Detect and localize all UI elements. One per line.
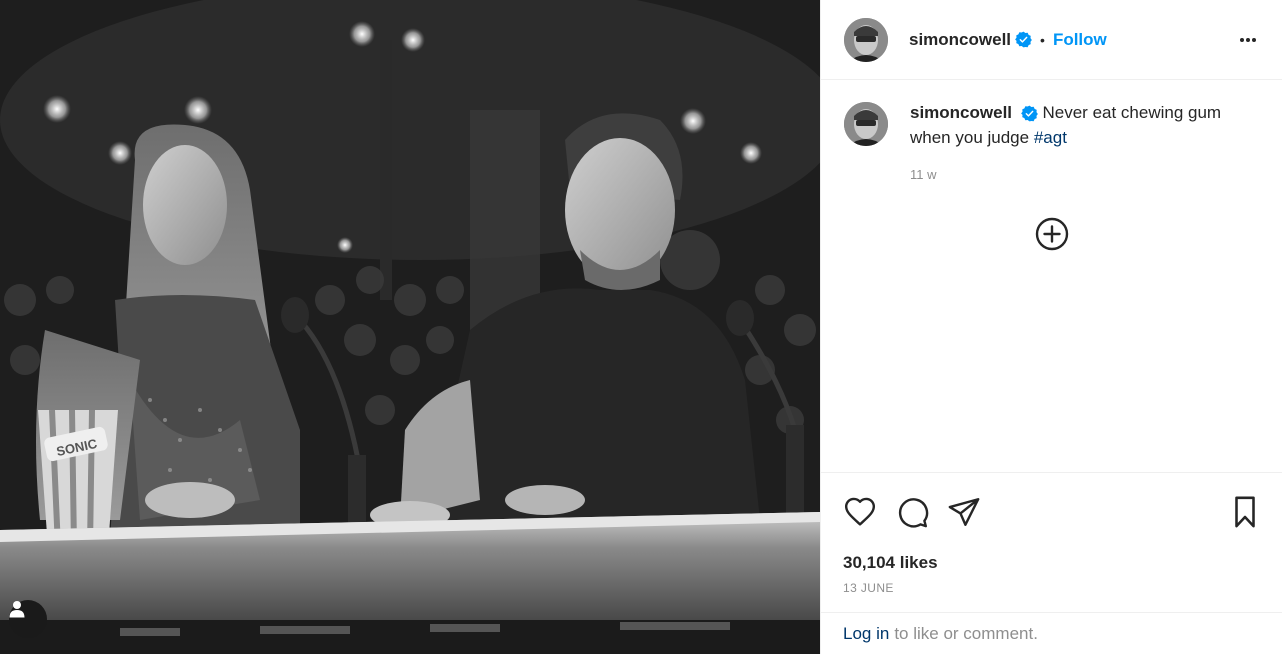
share-icon <box>947 495 981 529</box>
post-caption: simoncowell Never eat chewing gum when y… <box>844 102 1262 187</box>
like-button[interactable] <box>843 495 877 529</box>
post-date[interactable]: 13 JUNE <box>821 576 1282 600</box>
login-prompt-text: to like or comment. <box>894 623 1038 643</box>
caption-username[interactable]: simoncowell <box>910 103 1012 122</box>
plus-circle-icon <box>1035 217 1069 251</box>
caption-body: simoncowell Never eat chewing gum when y… <box>910 100 1262 187</box>
caption-hashtag[interactable]: #agt <box>1034 128 1067 147</box>
likes-count[interactable]: 30,104 likes <box>821 550 1282 576</box>
comment-icon <box>895 495 929 529</box>
post-header: simoncowell • Follow <box>821 0 1282 80</box>
comments-section: simoncowell Never eat chewing gum when y… <box>821 80 1282 472</box>
author-avatar[interactable] <box>844 17 888 62</box>
more-options-icon <box>1236 28 1260 52</box>
comment-button[interactable] <box>895 495 929 529</box>
login-link[interactable]: Log in <box>843 624 889 644</box>
heart-icon <box>843 495 877 529</box>
caption-avatar[interactable] <box>844 102 888 146</box>
save-button[interactable] <box>1230 495 1260 529</box>
caption-timestamp[interactable]: 11 w <box>910 162 1262 187</box>
load-more-comments-button[interactable] <box>1035 217 1069 251</box>
share-button[interactable] <box>947 495 981 529</box>
post-photo[interactable]: SONIC <box>0 0 820 654</box>
user-tag-button[interactable] <box>9 600 47 638</box>
post-side-panel: simoncowell • Follow simoncowell Never e… <box>820 0 1282 654</box>
bookmark-icon <box>1230 495 1260 529</box>
login-prompt: Log in to like or comment. <box>821 612 1282 654</box>
verified-badge-icon <box>1020 105 1038 122</box>
author-username[interactable]: simoncowell <box>909 30 1011 50</box>
more-options-button[interactable] <box>1236 28 1260 52</box>
follow-button[interactable]: Follow <box>1053 30 1107 50</box>
instagram-post: SONIC simoncowell • Follow simoncowell N… <box>0 0 1282 654</box>
post-actions <box>821 472 1282 550</box>
photo-illustration: SONIC <box>0 0 820 654</box>
header-separator: • <box>1040 31 1045 48</box>
verified-badge-icon <box>1015 31 1032 48</box>
